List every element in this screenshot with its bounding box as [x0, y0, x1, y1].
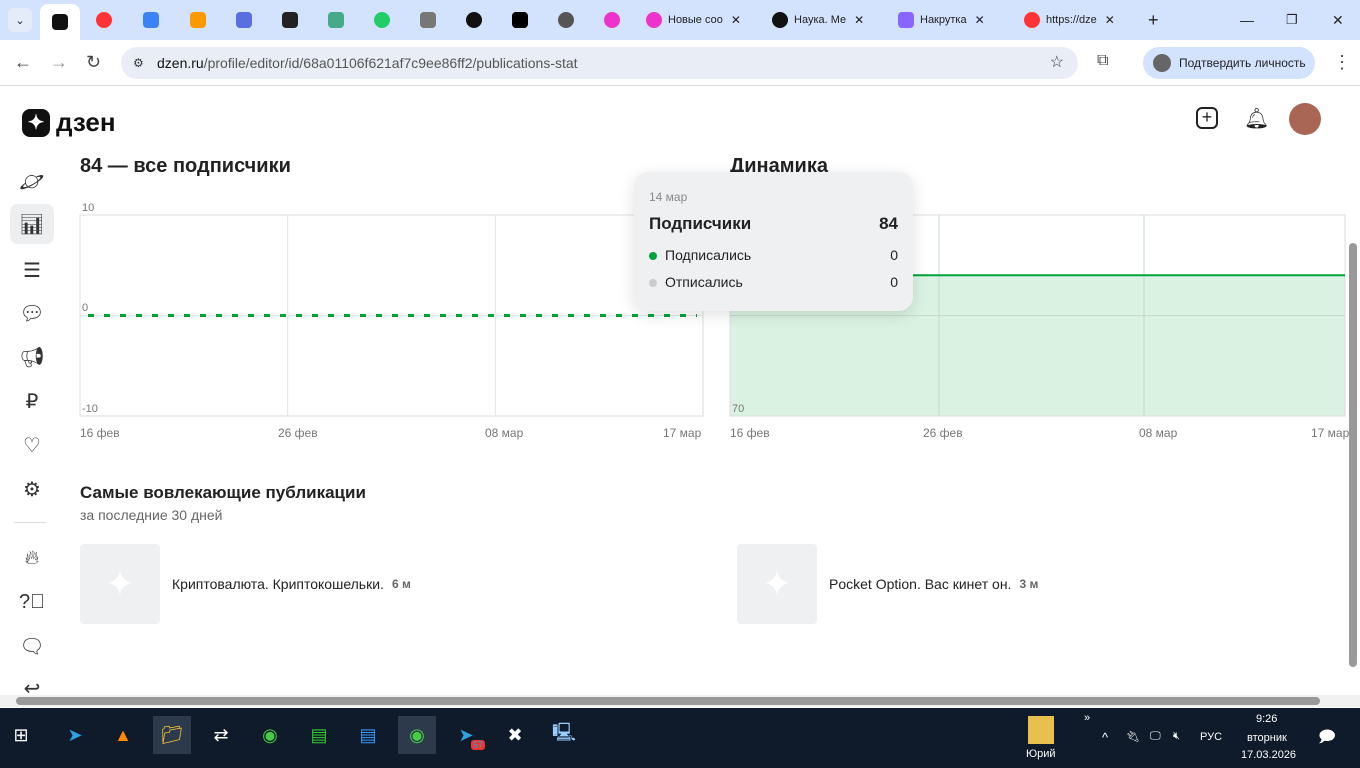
- vlc-icon[interactable]: ▲: [104, 716, 142, 754]
- x-tick-label: 26 фев: [278, 426, 318, 440]
- telegram-badge-icon[interactable]: ➤ 57: [447, 716, 485, 754]
- spreadsheet-icon[interactable]: ▤: [300, 716, 338, 754]
- publication-count: 3 м: [1019, 577, 1039, 591]
- explorer-icon[interactable]: 📁︎: [153, 716, 191, 754]
- notification-badge: 57: [470, 740, 485, 750]
- publication-title: Криптовалюта. Криптокошельки.: [172, 576, 384, 592]
- taskbar: ⊞ ➤ ▲ 📁︎ ⇄ ◉ ▤ ▤ ◉ ➤ 57 ✖ 🖳 Юрий » ^ 🔌︎ 🖵…: [0, 708, 1360, 768]
- tooltip-row-value: 0: [890, 247, 898, 263]
- gear-icon: ⚙: [23, 478, 41, 501]
- sidebar-divider: [14, 522, 46, 523]
- y-tick-label: 10: [82, 202, 94, 214]
- tooltip-row-label: Подписались: [665, 247, 752, 263]
- notifications-icon[interactable]: 🗩: [1318, 726, 1336, 753]
- network-app-icon[interactable]: 🖳: [545, 716, 583, 754]
- flame-icon: 🔥︎: [24, 546, 40, 569]
- overflow-icon[interactable]: »: [1084, 712, 1090, 724]
- tooltip-row-value: 0: [890, 274, 898, 290]
- teamviewer-icon[interactable]: ⇄: [202, 716, 240, 754]
- sidebar-item-help[interactable]: ?⃝: [10, 582, 54, 622]
- tooltip-total: 84: [879, 214, 898, 233]
- publication-item[interactable]: ✦ Pocket Option. Вас кинет он. 3 м: [737, 544, 1038, 624]
- x-tick-label: 26 фев: [923, 426, 963, 440]
- x-tick-label: 16 фев: [80, 426, 120, 440]
- volume-muted-icon[interactable]: 🔇︎: [1173, 730, 1180, 743]
- vertical-scrollbar[interactable]: [1349, 243, 1357, 667]
- telegram-icon[interactable]: ➤: [56, 716, 94, 754]
- user-folder-icon[interactable]: [1028, 716, 1054, 744]
- y-tick-label: 0: [82, 302, 88, 314]
- sidebar-item-trending[interactable]: 🔥︎: [10, 538, 54, 578]
- chrome-icon[interactable]: ◉: [251, 716, 289, 754]
- x-tick-label: 16 фев: [730, 426, 770, 440]
- tooltip-title: Подписчики: [649, 214, 752, 233]
- clock-time[interactable]: 9:26: [1256, 713, 1277, 725]
- publication-title: Pocket Option. Вас кинет он.: [829, 576, 1012, 592]
- sidebar-item-settings[interactable]: ⚙: [10, 469, 54, 509]
- language-indicator[interactable]: РУС: [1200, 731, 1222, 743]
- engaging-title: Самые вовлекающие публикации: [80, 483, 366, 502]
- battery-icon[interactable]: 🔌︎: [1126, 730, 1140, 743]
- network-icon[interactable]: 🖵: [1150, 730, 1161, 743]
- x-tick-label: 17 мар: [1311, 426, 1350, 440]
- tooltip-row-label: Отписались: [665, 274, 743, 290]
- sidebar-item-support[interactable]: 🗨︎: [10, 626, 54, 666]
- chart-tooltip: 14 мар Подписчики 84 Подписались 0 Отписал…: [634, 172, 913, 311]
- help-icon: ?⃝: [18, 590, 46, 613]
- app-icon[interactable]: ✖: [496, 716, 534, 754]
- horizontal-scrollbar[interactable]: [16, 697, 1320, 705]
- clock-day: вторник: [1247, 732, 1287, 744]
- tooltip-date: 14 мар: [649, 190, 688, 204]
- publication-thumbnail: ✦: [80, 544, 160, 624]
- publication-item[interactable]: ✦ Криптовалюта. Криптокошельки. 6 м: [80, 544, 411, 624]
- unsubscribed-dot-icon: [649, 279, 657, 287]
- start-button[interactable]: ⊞: [2, 716, 40, 754]
- y-tick-label: 70: [732, 403, 744, 415]
- clock-date: 17.03.2026: [1241, 749, 1297, 761]
- x-tick-label: 08 мар: [485, 426, 524, 440]
- chat-bubbles-icon: 🗨︎: [19, 635, 45, 658]
- publication-count: 6 м: [391, 577, 411, 591]
- writer-icon[interactable]: ▤: [349, 716, 387, 754]
- user-folder-label: Юрий: [1026, 748, 1056, 760]
- tray-chevron-icon[interactable]: ^: [1102, 730, 1108, 745]
- chrome-active-icon[interactable]: ◉: [398, 716, 436, 754]
- x-tick-label: 08 мар: [1139, 426, 1178, 440]
- x-tick-label: 17 мар: [663, 426, 702, 440]
- y-tick-label: -10: [82, 403, 98, 415]
- publication-thumbnail: ✦: [737, 544, 817, 624]
- horizontal-scrollbar-track: [0, 695, 1360, 707]
- subscribed-dot-icon: [649, 252, 657, 260]
- engaging-subtitle: за последние 30 дней: [80, 507, 223, 523]
